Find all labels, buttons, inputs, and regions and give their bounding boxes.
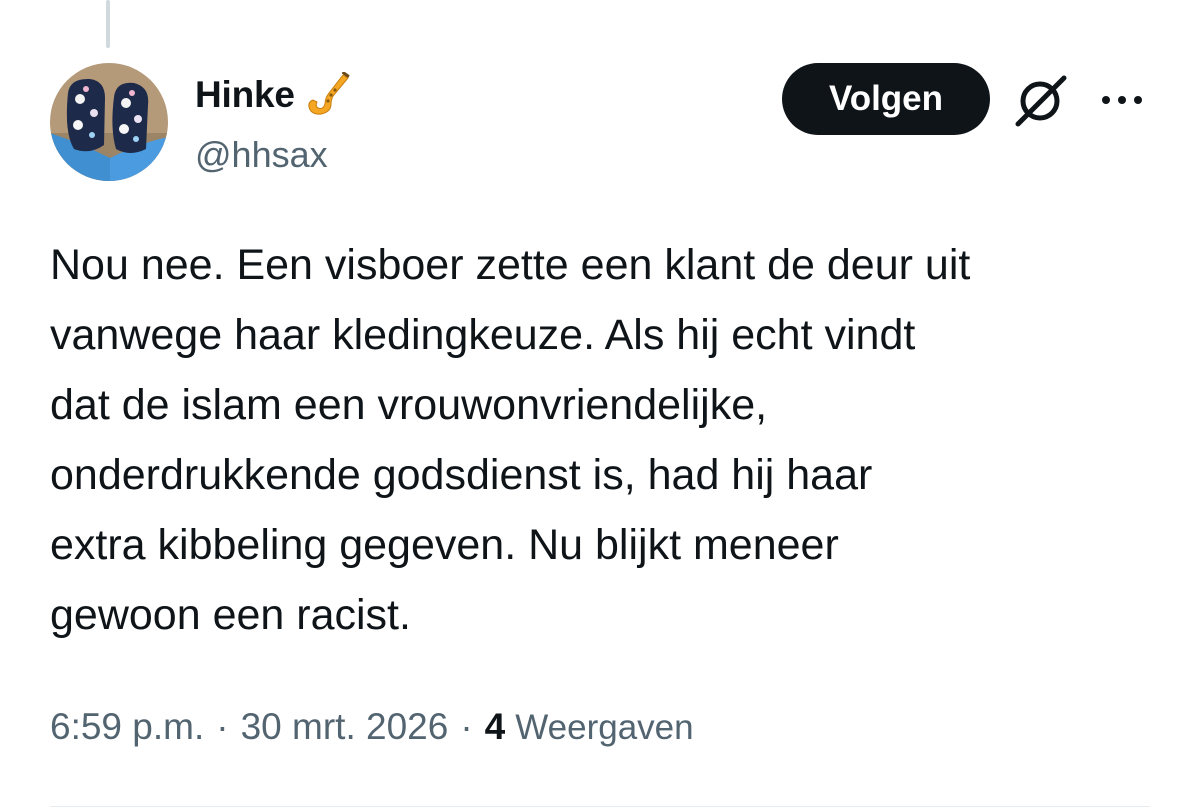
tweet-date[interactable]: 30 mrt. 2026 [241, 706, 449, 748]
more-options-icon[interactable] [1098, 85, 1146, 115]
views-label: Weergaven [515, 708, 694, 747]
grok-icon[interactable] [1010, 72, 1070, 130]
tweet-time[interactable]: 6:59 p.m. [50, 706, 204, 748]
saxophone-icon [308, 72, 350, 115]
avatar-image [50, 63, 168, 181]
tweet-meta: 6:59 p.m. · 30 mrt. 2026 · 4 Weergaven [50, 706, 694, 748]
author-name-row: Hinke [195, 70, 353, 120]
divider [50, 806, 1150, 807]
meta-separator: · [460, 706, 473, 747]
follow-button[interactable]: Volgen [782, 63, 990, 135]
author-handle[interactable]: @hhsax [195, 134, 328, 176]
meta-separator: · [216, 706, 229, 747]
author-display-name[interactable]: Hinke [195, 74, 295, 116]
views-count: 4 [484, 706, 506, 747]
thread-connector-line [106, 0, 110, 48]
avatar[interactable] [50, 63, 168, 181]
tweet-text: Nou nee. Een visboer zette een klant de … [50, 241, 971, 639]
